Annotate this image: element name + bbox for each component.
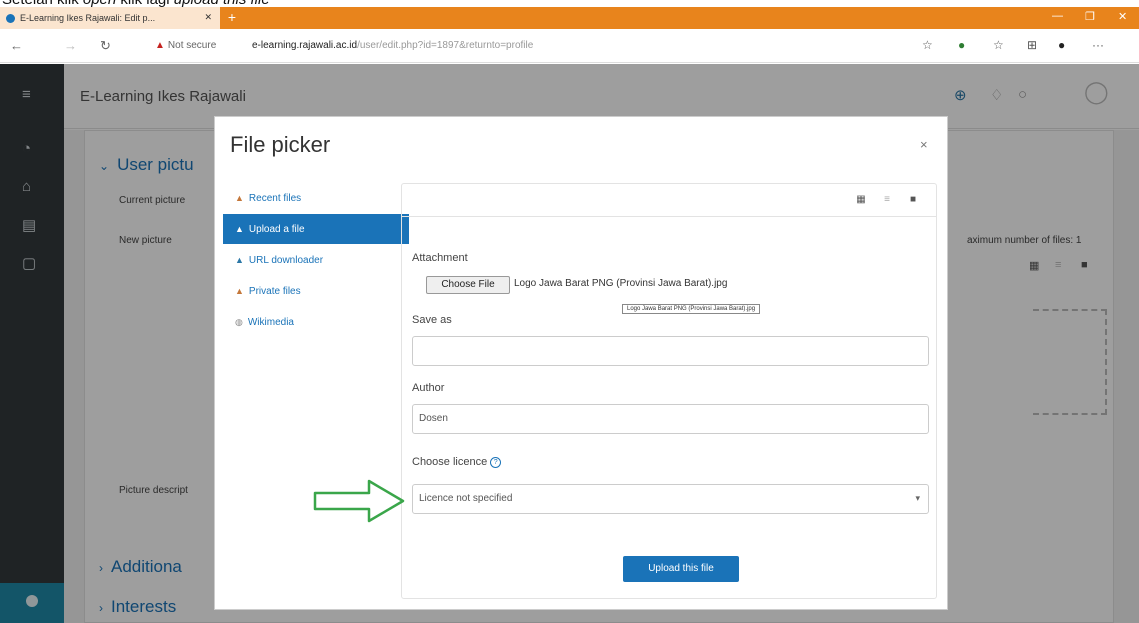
- list-view-icon[interactable]: ≡: [876, 194, 898, 208]
- save-as-label: Save as: [412, 314, 452, 326]
- favorites-icon[interactable]: ☆: [993, 38, 1004, 52]
- url-field[interactable]: e-learning.rajawali.ac.id/user/edit.php?…: [252, 40, 533, 51]
- sidebar-item-upload[interactable]: ▲ Upload a file: [223, 214, 409, 244]
- window-close-icon[interactable]: ✕: [1118, 10, 1127, 23]
- maximize-icon[interactable]: ❐: [1085, 10, 1095, 23]
- star-icon[interactable]: ☆: [922, 38, 933, 52]
- author-label: Author: [412, 382, 445, 394]
- address-bar: ← → ↻ ▲ Not secure e-learning.rajawali.ac…: [0, 29, 1139, 63]
- close-icon[interactable]: ×: [920, 137, 928, 152]
- favicon-icon: [6, 13, 15, 23]
- file-name-tooltip: Logo Jawa Barat PNG (Provinsi Jawa Barat…: [622, 304, 761, 314]
- licence-label: Choose licence: [412, 456, 488, 468]
- upload-panel: ▦ ≡ ■ Attachment Choose File Logo Jawa B…: [401, 183, 937, 599]
- browser-tab-bar: E-Learning Ikes Rajawali: Edit p... ✕ + …: [0, 7, 1139, 29]
- chosen-file-name: Logo Jawa Barat PNG (Provinsi Jawa Barat…: [514, 278, 728, 289]
- extension-icon[interactable]: ●: [958, 38, 965, 52]
- tab-close-icon[interactable]: ✕: [204, 12, 212, 23]
- upload-this-file-button[interactable]: Upload this file: [623, 556, 739, 582]
- sidebar-item-private-files[interactable]: ▲ Private files: [223, 276, 409, 306]
- minimize-icon[interactable]: —: [1052, 10, 1063, 22]
- new-tab-icon[interactable]: +: [224, 9, 240, 25]
- grid-view-icon[interactable]: ▦: [850, 194, 872, 208]
- refresh-icon[interactable]: ↻: [100, 38, 111, 54]
- licence-label-row: Choose licence?: [412, 456, 502, 468]
- tab-title: E-Learning Ikes Rajawali: Edit p...: [20, 13, 156, 23]
- not-secure-badge[interactable]: ▲ Not secure: [155, 40, 216, 51]
- tree-view-icon[interactable]: ■: [902, 194, 924, 208]
- dialog-title: File picker: [230, 132, 331, 157]
- help-icon[interactable]: ?: [490, 457, 502, 468]
- recent-files-icon: ▲: [235, 193, 244, 203]
- annotation-arrow-icon: [313, 479, 405, 523]
- attachment-label: Attachment: [412, 252, 468, 264]
- sidebar-item-recent-files[interactable]: ▲ Recent files: [223, 183, 409, 213]
- wikimedia-icon: ◍: [235, 316, 243, 327]
- choose-file-button[interactable]: Choose File: [426, 276, 510, 294]
- more-icon[interactable]: ···: [1092, 38, 1104, 52]
- back-icon[interactable]: ←: [10, 38, 23, 53]
- chevron-down-icon: ▾: [915, 493, 920, 503]
- browser-tab[interactable]: E-Learning Ikes Rajawali: Edit p... ✕: [0, 7, 220, 29]
- sidebar-item-url-downloader[interactable]: ▲ URL downloader: [223, 245, 409, 275]
- private-files-icon: ▲: [235, 286, 244, 296]
- view-toolbar: ▦ ≡ ■: [402, 184, 936, 217]
- url-icon: ▲: [235, 255, 244, 265]
- licence-value: Licence not specified: [419, 493, 513, 504]
- profile-icon[interactable]: ●: [1058, 38, 1065, 52]
- author-input[interactable]: Dosen: [412, 404, 929, 434]
- dialog-body: ▲ Recent files ▲ Upload a file ▲ URL downlo…: [215, 179, 947, 609]
- repository-list: ▲ Recent files ▲ Upload a file ▲ URL downlo…: [223, 179, 409, 599]
- file-picker-dialog: File picker × ▲ Recent files ▲ Upload a fi…: [214, 116, 948, 610]
- warning-icon: ▲: [155, 40, 165, 51]
- upload-icon: ▲: [235, 224, 244, 234]
- sidebar-item-wikimedia[interactable]: ◍ Wikimedia: [223, 307, 409, 337]
- save-as-input[interactable]: [412, 336, 929, 366]
- collections-icon[interactable]: ⊞: [1027, 38, 1037, 52]
- forward-icon[interactable]: →: [64, 38, 77, 53]
- licence-select[interactable]: Licence not specified ▾: [412, 484, 929, 514]
